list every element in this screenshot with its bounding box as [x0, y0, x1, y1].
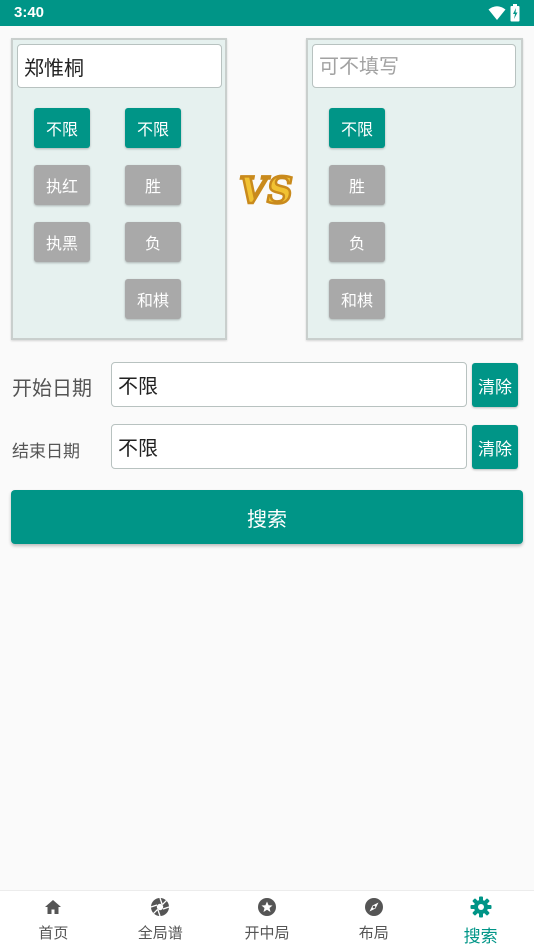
player-right-panel: 不限 胜 负 和棋	[306, 38, 523, 340]
bottom-nav: 首页 全局谱 开中局 布局 搜索	[0, 890, 534, 950]
color-option-any[interactable]: 不限	[34, 108, 90, 148]
player-left-input[interactable]	[17, 44, 222, 88]
status-icons	[488, 4, 520, 22]
color-option-red[interactable]: 执红	[34, 165, 90, 205]
right-option-win[interactable]: 胜	[329, 165, 385, 205]
end-date-field[interactable]: 不限	[111, 424, 467, 469]
status-time: 3:40	[14, 4, 45, 21]
end-date-clear-button[interactable]: 清除	[472, 425, 518, 469]
color-option-black[interactable]: 执黑	[34, 222, 90, 262]
wifi-icon	[488, 6, 506, 20]
nav-item-full-games[interactable]: 全局谱	[107, 891, 214, 950]
nav-label-full-games: 全局谱	[137, 924, 183, 942]
result-option-loss[interactable]: 负	[125, 222, 181, 262]
result-option-draw[interactable]: 和棋	[125, 279, 181, 319]
aperture-icon	[150, 896, 170, 918]
nav-label-layout: 布局	[358, 924, 389, 942]
right-option-loss[interactable]: 负	[329, 222, 385, 262]
status-bar: 3:40	[0, 0, 534, 26]
gear-icon	[470, 896, 492, 918]
nav-item-home[interactable]: 首页	[0, 891, 107, 950]
nav-label-home: 首页	[38, 924, 69, 942]
search-button[interactable]: 搜索	[11, 490, 523, 544]
player-left-panel: 不限 执红 执黑 不限 胜 负 和棋	[11, 38, 227, 340]
nav-item-search[interactable]: 搜索	[427, 891, 534, 950]
nav-label-openings: 开中局	[244, 924, 290, 942]
result-option-any[interactable]: 不限	[125, 108, 181, 148]
start-date-clear-button[interactable]: 清除	[472, 363, 518, 407]
nav-item-openings[interactable]: 开中局	[214, 891, 321, 950]
right-option-any[interactable]: 不限	[329, 108, 385, 148]
svg-text:VS: VS	[239, 170, 293, 212]
battery-icon	[510, 4, 520, 22]
result-option-win[interactable]: 胜	[125, 165, 181, 205]
end-date-label: 结束日期	[12, 442, 80, 462]
star-circle-icon	[257, 896, 277, 918]
nav-label-search: 搜索	[463, 927, 498, 947]
start-date-field[interactable]: 不限	[111, 362, 467, 407]
vs-logo: VS	[238, 169, 294, 213]
compass-icon	[364, 896, 384, 918]
player-right-input[interactable]	[312, 44, 516, 88]
start-date-label: 开始日期	[12, 376, 92, 400]
home-icon	[44, 896, 62, 918]
nav-item-layout[interactable]: 布局	[320, 891, 427, 950]
right-option-draw[interactable]: 和棋	[329, 279, 385, 319]
